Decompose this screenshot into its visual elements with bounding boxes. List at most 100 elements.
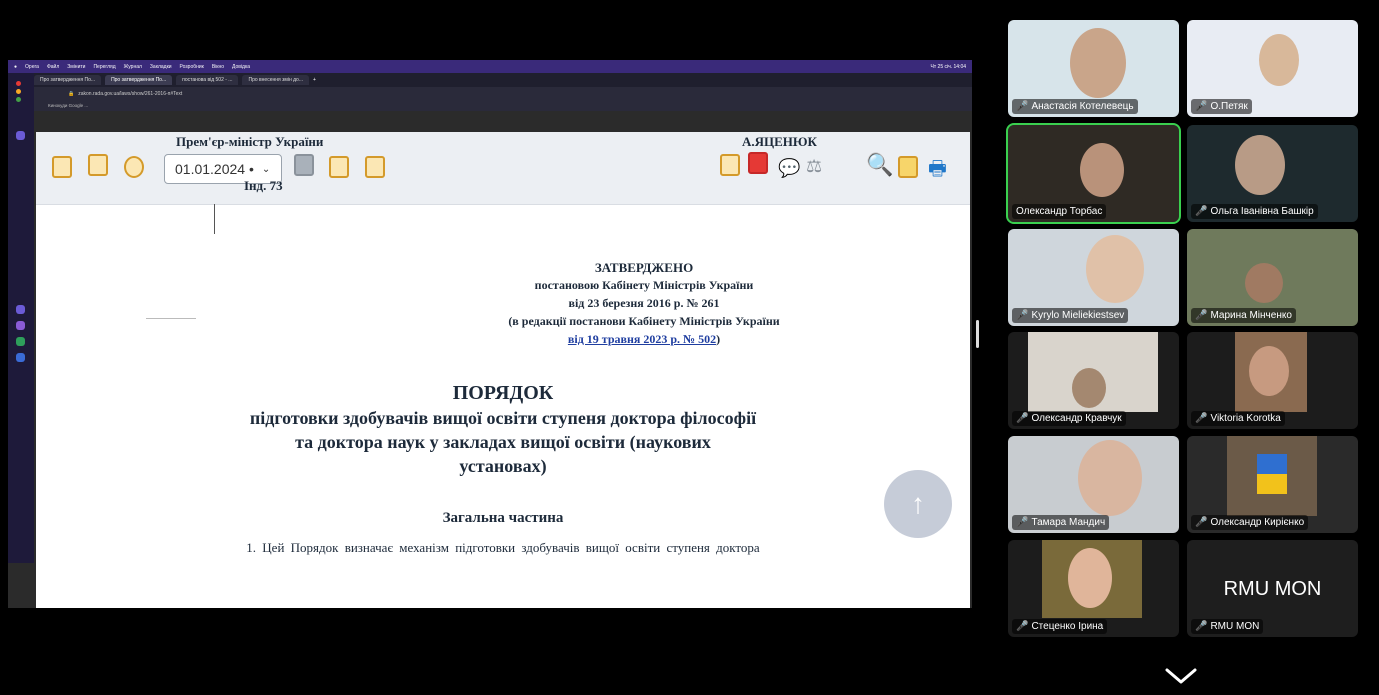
participant-face bbox=[1068, 548, 1112, 608]
participant-name: Анастасія Котелевець bbox=[1031, 101, 1134, 112]
participant-name: RMU MON bbox=[1210, 621, 1260, 632]
panel-resize-handle[interactable] bbox=[976, 320, 979, 348]
edit-icon[interactable] bbox=[365, 156, 385, 178]
approved-label: ЗАТВЕРДЖЕНО bbox=[594, 260, 694, 275]
print-doc-icon[interactable] bbox=[52, 156, 72, 178]
document-subtitle: та доктора наук у закладах вищої освіти … bbox=[295, 432, 711, 452]
participant-tile[interactable]: 🎤 Марина Мінченко bbox=[1187, 229, 1358, 326]
menu-item[interactable]: Журнал bbox=[124, 64, 142, 70]
participant-name: Ольга Іванівна Башкір bbox=[1210, 206, 1314, 217]
menubar-clock: Чт 25 січ. 14:04 bbox=[930, 63, 966, 70]
browser-sidebar bbox=[8, 73, 34, 563]
close-dot-icon[interactable] bbox=[16, 81, 21, 86]
sidebar-app-icon[interactable] bbox=[16, 353, 25, 362]
participant-tile[interactable]: 🎤 О.Петяк bbox=[1187, 20, 1358, 117]
mic-muted-icon: 🎤 bbox=[1016, 310, 1029, 321]
section-icon[interactable] bbox=[748, 152, 768, 174]
browser-tab-active[interactable]: Про затвердження По... bbox=[105, 75, 173, 85]
menu-item[interactable]: Вікно bbox=[212, 64, 224, 70]
zoom-dot-icon[interactable] bbox=[16, 97, 21, 102]
flag-yellow bbox=[1257, 474, 1287, 494]
mic-muted-icon: 🎤 bbox=[1195, 413, 1208, 424]
browser-tab[interactable]: Про внесення змін до... bbox=[242, 75, 309, 85]
participant-face bbox=[1249, 346, 1289, 396]
scroll-top-button[interactable]: ↑ bbox=[884, 470, 952, 538]
browser-tab[interactable]: постанова від 502 - ... bbox=[176, 75, 239, 85]
sidebar-app-icon[interactable] bbox=[16, 305, 25, 314]
menu-item[interactable]: Opera bbox=[25, 64, 39, 70]
comments-icon[interactable]: 💬 bbox=[778, 158, 800, 179]
participant-tile[interactable]: 🎤 Олександр Кравчук bbox=[1008, 332, 1179, 429]
participant-face bbox=[1072, 368, 1106, 408]
browser-tab-bar: Про затвердження По... Про затвердження … bbox=[34, 73, 972, 87]
participant-name-tag: 🎤 Стеценко Ірина bbox=[1012, 619, 1108, 634]
participant-name-tag: 🎤 Тамара Мандич bbox=[1012, 515, 1110, 530]
participant-name-tag: 🎤 Kyrylo Mieliekiestsev bbox=[1012, 308, 1129, 323]
bookmarks-bar[interactable]: Кинокуди Google ... bbox=[34, 101, 972, 111]
participant-name-tag: Олександр Торбас bbox=[1012, 204, 1107, 219]
scales-icon[interactable]: ⚖ bbox=[806, 156, 822, 177]
paren-close: ) bbox=[716, 332, 721, 346]
participant-name-tag: 🎤 Анастасія Котелевець bbox=[1012, 99, 1138, 114]
menu-item[interactable]: Перегляд bbox=[93, 64, 115, 70]
participant-name-tag: 🎤 Ольга Іванівна Башкір bbox=[1191, 204, 1318, 219]
participant-name-tag: 🎤 Олександр Кравчук bbox=[1012, 411, 1126, 426]
document-subtitle: установах) bbox=[459, 456, 547, 476]
participant-name: Тамара Мандич bbox=[1031, 517, 1106, 528]
menu-item[interactable]: Довідка bbox=[232, 64, 250, 70]
signature-left: Прем'єр-міністр України bbox=[176, 134, 324, 149]
participant-name: Стеценко Ірина bbox=[1031, 621, 1104, 632]
compare-icon[interactable] bbox=[294, 154, 314, 176]
menu-item[interactable]: Закладки bbox=[150, 64, 172, 70]
menu-item[interactable]: Розробник bbox=[180, 64, 204, 70]
participant-tile[interactable]: 🎤 Тамара Мандич bbox=[1008, 436, 1179, 533]
participant-tile[interactable]: 🎤 Олександр Кирієнко bbox=[1187, 436, 1358, 533]
section-heading: Загальна частина bbox=[442, 510, 564, 526]
text-icon[interactable] bbox=[329, 156, 349, 178]
flag-blue bbox=[1257, 454, 1287, 474]
printer-icon[interactable]: 🖶 bbox=[928, 154, 947, 188]
chevron-down-icon[interactable] bbox=[1163, 666, 1199, 686]
signature-right: А.ЯЦЕНЮК bbox=[742, 134, 817, 149]
search-icon[interactable]: 🔍 bbox=[866, 152, 893, 178]
whatsapp-icon[interactable] bbox=[16, 337, 25, 346]
participant-tile[interactable]: 🎤 Стеценко Ірина bbox=[1008, 540, 1179, 637]
participant-name: Олександр Кирієнко bbox=[1210, 517, 1305, 528]
participant-tile[interactable]: 🎤 Анастасія Котелевець bbox=[1008, 20, 1179, 117]
browser-tab[interactable]: Про затвердження По... bbox=[34, 75, 102, 85]
approved-line: постановою Кабінету Міністрів України bbox=[534, 278, 754, 292]
document-toolbar: 01.01.2024 • ⌄ Прем'єр-міністр України І… bbox=[36, 132, 970, 205]
bookmark-doc-icon[interactable] bbox=[88, 154, 108, 176]
participant-name: Марина Мінченко bbox=[1210, 310, 1292, 321]
participant-tile[interactable]: RMU MON 🎤 RMU MON bbox=[1187, 540, 1358, 637]
mic-muted-icon: 🎤 bbox=[1195, 621, 1208, 632]
address-bar[interactable]: 🔒 zakon.rada.gov.ua/laws/show/261-2016-п… bbox=[34, 87, 972, 101]
copy-icon[interactable] bbox=[720, 154, 740, 176]
participant-tile[interactable]: 🎤 Ольга Іванівна Башкір bbox=[1187, 125, 1358, 222]
participant-video bbox=[1078, 440, 1142, 516]
menu-item[interactable]: Файл bbox=[47, 64, 59, 70]
checklist-icon[interactable] bbox=[898, 156, 918, 178]
minimize-dot-icon[interactable] bbox=[16, 89, 21, 94]
apple-icon[interactable]: ● bbox=[14, 64, 17, 70]
web-page: 01.01.2024 • ⌄ Прем'єр-міністр України І… bbox=[36, 132, 970, 608]
amendment-link[interactable]: від 19 травня 2023 р. № 502 bbox=[568, 332, 716, 346]
sidebar-app-icon[interactable] bbox=[16, 131, 25, 140]
participant-tile[interactable]: 🎤 Viktoria Korotka bbox=[1187, 332, 1358, 429]
participant-tile-active-speaker[interactable]: Олександр Торбас bbox=[1006, 123, 1181, 224]
participant-name-tag: 🎤 О.Петяк bbox=[1191, 99, 1252, 114]
participant-video bbox=[1080, 143, 1124, 197]
participant-name-tag: 🎤 Viktoria Korotka bbox=[1191, 411, 1285, 426]
mic-muted-icon: 🎤 bbox=[1195, 310, 1208, 321]
history-icon[interactable] bbox=[124, 156, 144, 178]
date-value: 01.01.2024 • bbox=[175, 161, 254, 177]
document-title: ПОРЯДОК bbox=[452, 382, 554, 404]
participant-name: Kyrylo Mieliekiestsev bbox=[1031, 310, 1125, 321]
mac-menubar: ● Opera Файл Змінити Перегляд Журнал Зак… bbox=[8, 60, 972, 73]
new-tab-icon[interactable]: + bbox=[313, 77, 316, 83]
participant-name-tag: 🎤 Марина Мінченко bbox=[1191, 308, 1296, 323]
menu-item[interactable]: Змінити bbox=[67, 64, 85, 70]
participant-tile[interactable]: 🎤 Kyrylo Mieliekiestsev bbox=[1008, 229, 1179, 326]
sidebar-app-icon[interactable] bbox=[16, 321, 25, 330]
mic-muted-icon: 🎤 bbox=[1016, 101, 1029, 112]
